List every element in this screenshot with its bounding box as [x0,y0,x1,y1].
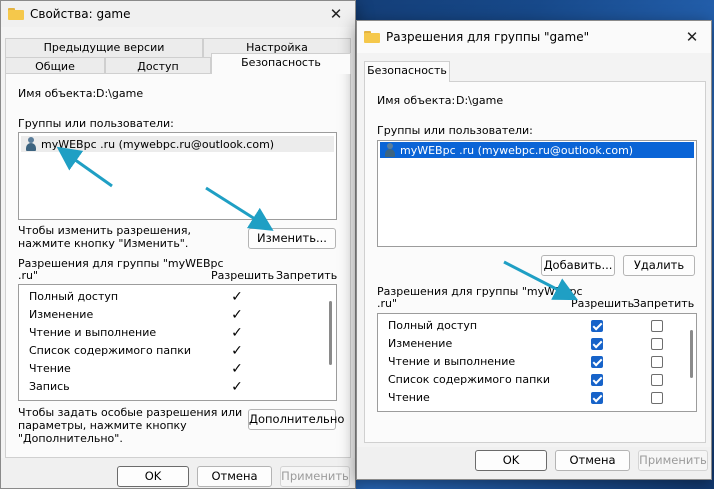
table-row: Чтение [378,389,678,407]
deny-column-header: Запретить [633,297,695,310]
permissions-title: Разрешения для группы "game" [386,30,590,44]
allow-check-icon: ✓ [231,361,243,377]
permission-name: Список содержимого папки [29,344,192,357]
user-icon [384,143,396,157]
permission-name: Полный доступ [29,290,119,303]
table-row: Чтение и выполнение [378,353,678,371]
perm-for-label-line1: Разрешения для группы "myWEBpc [377,285,583,298]
permission-name: Запись [29,380,70,393]
user-name: myWEBpc .ru (mywebpc.ru@outlook.com) [41,137,275,151]
change-hint-line2: нажмите кнопку "Изменить". [18,237,189,250]
object-name-value: D:\game [96,87,144,100]
allow-checkbox[interactable] [591,356,603,368]
permission-name: Изменение [29,308,94,321]
deny-checkbox[interactable] [651,392,663,404]
table-row: Чтение ✓ [19,360,319,378]
apply-button[interactable]: Применить [280,466,350,487]
properties-title: Свойства: game [30,7,131,21]
allow-checkbox[interactable] [591,374,603,386]
list-item[interactable]: myWEBpc .ru (mywebpc.ru@outlook.com) [21,136,334,152]
permission-name: Полный доступ [388,319,478,332]
perm-for-label-line2: .ru" [18,269,39,282]
permission-name: Чтение и выполнение [29,326,157,339]
allow-checkbox[interactable] [591,338,603,350]
special-hint-line1: Чтобы задать особые разрешения или [18,406,243,419]
table-row: Изменение ✓ [19,306,319,324]
deny-column-header: Запретить [276,269,338,282]
add-button[interactable]: Добавить... [541,255,615,276]
ok-button[interactable]: OK [475,450,547,471]
properties-dialog: Свойства: game ✕ Предыдущие версии Настр… [0,0,356,489]
special-hint-line3: "Дополнительно". [18,432,123,445]
close-icon[interactable]: ✕ [683,28,701,46]
cancel-button[interactable]: Отмена [197,466,272,487]
perm-for-label-line1: Разрешения для группы "myWEBpc [18,257,224,270]
apply-button[interactable]: Применить [638,450,708,471]
advanced-button[interactable]: Дополнительно [248,409,344,430]
object-name-label: Имя объекта: [18,87,97,100]
special-hint-line2: параметры, нажмите кнопку [18,419,187,432]
user-icon [25,137,37,151]
table-row: Полный доступ ✓ [19,288,319,306]
allow-checkbox[interactable] [591,392,603,404]
permission-name: Список содержимого папки [388,373,551,386]
groups-label: Группы или пользователи: [18,117,174,130]
allow-column-header: Разрешить [571,297,635,310]
close-icon[interactable]: ✕ [327,5,345,23]
allow-check-icon: ✓ [231,307,243,323]
allow-column-header: Разрешить [211,269,275,282]
deny-checkbox[interactable] [651,338,663,350]
user-name: myWEBpc .ru (mywebpc.ru@outlook.com) [400,143,634,157]
deny-checkbox[interactable] [651,320,663,332]
table-row: Полный доступ [378,317,678,335]
allow-check-icon: ✓ [231,343,243,359]
permission-name: Изменение [388,337,453,350]
folder-icon [364,31,380,43]
properties-titlebar[interactable]: Свойства: game ✕ [1,1,355,27]
deny-checkbox[interactable] [651,356,663,368]
table-row: Чтение и выполнение ✓ [19,324,319,342]
object-name-label: Имя объекта: [377,94,456,107]
allow-check-icon: ✓ [231,379,243,395]
ok-button[interactable]: OK [117,466,189,487]
permissions-titlebar[interactable]: Разрешения для группы "game" ✕ [357,21,711,53]
allow-checkbox[interactable] [591,320,603,332]
tab-security[interactable]: Безопасность [211,53,351,74]
table-row: Список содержимого папки ✓ [19,342,319,360]
tab-security[interactable]: Безопасность [364,61,450,82]
table-row: Запись ✓ [19,378,319,396]
remove-button[interactable]: Удалить [623,255,695,276]
tab-previous-versions[interactable]: Предыдущие версии [5,38,203,57]
allow-check-icon: ✓ [231,289,243,305]
table-row: Список содержимого папки [378,371,678,389]
table-row: Изменение [378,335,678,353]
permission-name: Чтение и выполнение [388,355,516,368]
users-listbox[interactable]: myWEBpc .ru (mywebpc.ru@outlook.com) [377,140,697,247]
permissions-list[interactable]: Полный доступ Изменение Чтение и выполнени… [377,313,697,412]
list-item[interactable]: myWEBpc .ru (mywebpc.ru@outlook.com) [380,142,694,158]
object-name-value: D:\game [456,94,504,107]
groups-label: Группы или пользователи: [377,124,533,137]
allow-check-icon: ✓ [231,325,243,341]
folder-icon [8,8,24,20]
deny-checkbox[interactable] [651,374,663,386]
change-button[interactable]: Изменить... [248,228,336,249]
permissions-list[interactable]: Полный доступ ✓ Изменение ✓ Чтение и выполне… [18,284,337,401]
permission-name: Чтение [388,391,430,404]
change-hint-line1: Чтобы изменить разрешения, [18,224,192,237]
users-listbox[interactable]: myWEBpc .ru (mywebpc.ru@outlook.com) [18,132,337,220]
permission-name: Чтение [29,362,71,375]
permissions-dialog: Разрешения для группы "game" ✕ Безопасно… [356,20,712,480]
cancel-button[interactable]: Отмена [555,450,630,471]
perm-for-label-line2: .ru" [377,297,398,310]
scrollbar[interactable] [329,301,332,365]
scrollbar[interactable] [690,330,693,378]
